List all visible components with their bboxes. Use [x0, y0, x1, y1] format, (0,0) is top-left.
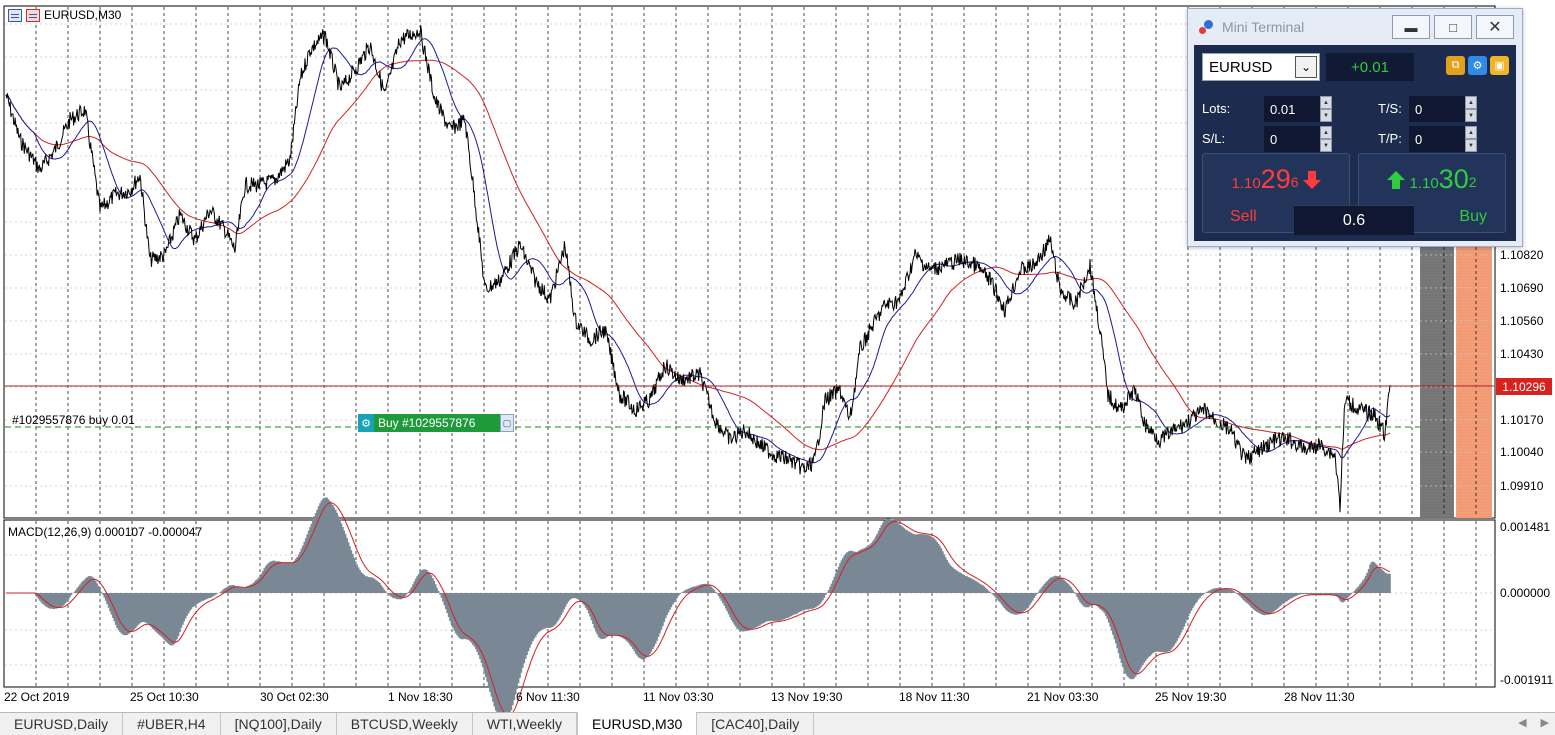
sell-price-sup: 6 [1290, 174, 1299, 190]
tp-down-icon[interactable]: ▼ [1465, 139, 1477, 152]
chart-tab[interactable]: WTI,Weekly [473, 713, 578, 735]
buy-price-sup: 2 [1468, 174, 1477, 190]
buy-price: 1.10 30 2 [1359, 164, 1505, 195]
price-line [5, 25, 1391, 513]
sell-price-big: 29 [1260, 164, 1291, 194]
time-axis-label: 28 Nov 11:30 [1284, 690, 1355, 704]
chevron-left-icon[interactable]: ◀ [1518, 716, 1526, 729]
sl-stepper[interactable]: ▲ ▼ [1320, 126, 1332, 152]
macd-histogram [34, 497, 1391, 712]
price-axis-label: 1.10170 [1500, 413, 1544, 427]
spread-display: 0.6 [1294, 205, 1414, 235]
ts-stepper[interactable]: ▲ ▼ [1465, 96, 1477, 122]
mini-terminal-body: EURUSD ⌄ +0.01 ⧉ ⚙ ▣ Lots: 0.01 ▲ ▼ T/S: … [1194, 45, 1516, 241]
chart-tab[interactable]: EURUSD,M30 [577, 712, 698, 735]
macd-axis-label: -0.001911 [1500, 673, 1554, 687]
sl-down-icon[interactable]: ▼ [1320, 139, 1332, 152]
symbol-select-value: EURUSD [1209, 58, 1273, 76]
lots-stepper[interactable]: ▲ ▼ [1320, 96, 1332, 122]
app-logo-icon [1198, 18, 1216, 36]
slow-moving-average [5, 59, 1391, 451]
buy-price-pre: 1.10 [1409, 175, 1439, 192]
symbol-select[interactable]: EURUSD ⌄ [1202, 53, 1320, 81]
chart-window-icon [8, 8, 22, 22]
order-line-label: #1029557876 buy 0.01 [12, 413, 135, 427]
macd-title: MACD(12,26,9) 0.000107 -0.000047 [8, 525, 203, 539]
chart-tab-bar: EURUSD,Daily #UBER,H4 [NQ100],Daily BTCUSD,… [0, 712, 1555, 735]
sl-input[interactable]: 0 [1264, 126, 1320, 152]
time-axis-label: 22 Oct 2019 [4, 690, 70, 704]
arrow-up-icon [1387, 170, 1406, 189]
buy-label: Buy [1459, 208, 1487, 225]
price-axis-label: 1.09910 [1500, 479, 1544, 493]
price-axis-label: 1.10690 [1500, 281, 1544, 295]
symbol-title-text: EURUSD,M30 [44, 8, 122, 22]
symbol-title: EURUSD,M30 [8, 8, 121, 22]
order-close-icon[interactable]: ▢ [500, 414, 514, 432]
gear-icon[interactable]: ⚙ [1468, 56, 1487, 75]
time-axis-label: 13 Nov 19:30 [771, 690, 843, 704]
copy-icon[interactable]: ⧉ [1446, 56, 1465, 75]
lots-input[interactable]: 0.01 [1264, 96, 1320, 122]
mini-terminal[interactable]: Mini Terminal ▬ □ ✕ EURUSD ⌄ +0.01 ⧉ ⚙ ▣… [1187, 8, 1523, 247]
price-axis-label: 1.10820 [1500, 248, 1544, 262]
chart-tab[interactable]: BTCUSD,Weekly [337, 713, 473, 735]
lots-down-icon[interactable]: ▼ [1320, 109, 1332, 122]
current-price-label: 1.10296 [1496, 378, 1552, 395]
price-axis-label: 1.10560 [1500, 314, 1544, 328]
time-axis-label: 11 Nov 03:30 [643, 690, 714, 704]
sell-label: Sell [1230, 208, 1257, 225]
maximize-button[interactable]: □ [1434, 15, 1472, 39]
arrow-down-icon [1302, 170, 1321, 189]
tp-input[interactable]: 0 [1409, 126, 1465, 152]
shade-zone-orange [1456, 242, 1492, 518]
time-axis-label: 1 Nov 18:30 [388, 690, 453, 704]
chart-tab[interactable]: #UBER,H4 [123, 713, 221, 735]
profit-display: +0.01 [1326, 53, 1414, 81]
macd-axis-label: 0.001481 [1500, 520, 1551, 534]
chevron-right-icon[interactable]: ▶ [1541, 716, 1549, 729]
ts-down-icon[interactable]: ▼ [1465, 109, 1477, 122]
chart-tab[interactable]: [NQ100],Daily [221, 713, 337, 735]
shade-zone-gray [1420, 242, 1454, 518]
ts-input[interactable]: 0 [1409, 96, 1465, 122]
ts-label: T/S: [1378, 101, 1402, 116]
minimize-button[interactable]: ▬ [1392, 15, 1430, 39]
tp-label: T/P: [1378, 131, 1402, 146]
ts-up-icon[interactable]: ▲ [1465, 96, 1477, 109]
order-tag-label[interactable]: Buy #1029557876 [374, 414, 500, 432]
lots-label: Lots: [1202, 101, 1231, 116]
mini-terminal-title: Mini Terminal [1222, 19, 1305, 35]
macd-axis-label: 0.000000 [1500, 586, 1551, 600]
sell-price: 1.10 29 6 [1203, 164, 1349, 195]
sell-price-pre: 1.10 [1231, 175, 1261, 192]
price-axis-label: 1.10430 [1500, 347, 1544, 361]
lots-up-icon[interactable]: ▲ [1320, 96, 1332, 109]
chart-window-icon-2 [26, 8, 40, 22]
sl-label: S/L: [1202, 131, 1226, 146]
order-tag[interactable]: ⚙ Buy #1029557876 ▢ [358, 414, 514, 432]
buy-price-big: 30 [1438, 164, 1469, 194]
tab-scroll-arrows[interactable]: ◀ ▶ [1518, 716, 1549, 729]
tp-stepper[interactable]: ▲ ▼ [1465, 126, 1477, 152]
chart-tab[interactable]: [CAC40],Daily [697, 713, 815, 735]
time-axis-label: 25 Oct 10:30 [130, 690, 199, 704]
time-axis-label: 6 Nov 11:30 [516, 690, 580, 704]
mini-terminal-titlebar[interactable]: Mini Terminal ▬ □ ✕ [1188, 9, 1522, 45]
chevron-down-icon[interactable]: ⌄ [1295, 56, 1317, 78]
order-gear-icon[interactable]: ⚙ [358, 414, 374, 432]
expand-icon[interactable]: ▣ [1490, 56, 1509, 75]
time-axis-label: 25 Nov 19:30 [1155, 690, 1227, 704]
time-axis-label: 21 Nov 03:30 [1027, 690, 1099, 704]
price-axis-label: 1.10040 [1500, 445, 1544, 459]
close-button[interactable]: ✕ [1476, 15, 1514, 39]
chart-tab[interactable]: EURUSD,Daily [0, 713, 124, 735]
time-axis-label: 18 Nov 11:30 [899, 690, 970, 704]
time-axis-label: 30 Oct 02:30 [260, 690, 329, 704]
sl-up-icon[interactable]: ▲ [1320, 126, 1332, 139]
tp-up-icon[interactable]: ▲ [1465, 126, 1477, 139]
